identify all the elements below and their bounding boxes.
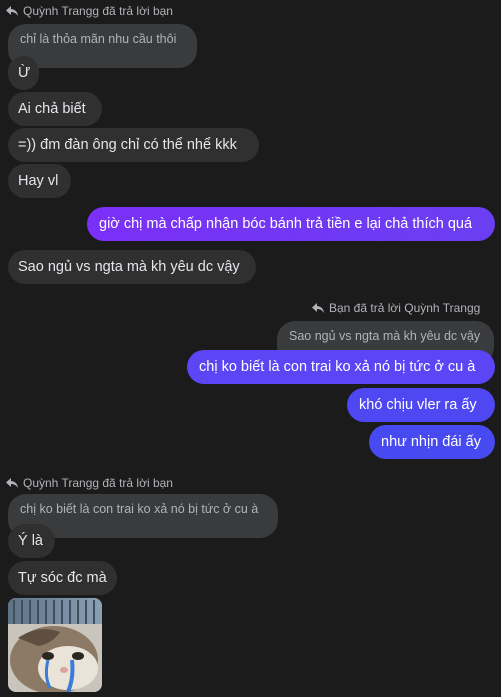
quoted-text: Sao ngủ vs ngta mà kh yêu dc vậy: [289, 329, 481, 343]
reply-header: Quỳnh Trangg đã trả lời bạn: [6, 476, 173, 490]
message-text: chị ko biết là con trai ko xả nó bị tức …: [199, 359, 476, 375]
reply-header-text: Quỳnh Trangg đã trả lời bạn: [23, 4, 173, 18]
incoming-message[interactable]: Sao ngủ vs ngta mà kh yêu dc vậy: [8, 250, 256, 284]
outgoing-message[interactable]: giờ chị mà chấp nhận bóc bánh trả tiền e…: [87, 207, 495, 241]
message-text: Sao ngủ vs ngta mà kh yêu dc vậy: [18, 259, 240, 275]
reply-arrow-icon: [6, 477, 18, 488]
reply-header: Quỳnh Trangg đã trả lời bạn: [6, 4, 173, 18]
message-text: khó chịu vler ra ấy: [359, 397, 477, 413]
message-text: Hay vl: [18, 173, 59, 189]
crying-cat-sticker-icon[interactable]: [8, 598, 102, 692]
quoted-message[interactable]: chỉ là thỏa mãn nhu cầu thôi: [8, 24, 197, 68]
reply-arrow-icon: [6, 5, 18, 16]
incoming-message[interactable]: Ai chả biết: [8, 92, 102, 126]
reply-header: Bạn đã trả lời Quỳnh Trangg: [312, 301, 480, 315]
outgoing-message[interactable]: khó chịu vler ra ấy: [347, 388, 495, 422]
message-text: như nhịn đái ấy: [381, 434, 481, 450]
message-text: Ừ: [18, 65, 31, 81]
message-text: =)) đm đàn ông chỉ có thể nhể kkk: [18, 137, 237, 153]
incoming-message[interactable]: Hay vl: [8, 164, 71, 198]
incoming-message[interactable]: =)) đm đàn ông chỉ có thể nhể kkk: [8, 128, 259, 162]
quoted-text: chị ko biết là con trai ko xả nó bị tức …: [20, 502, 259, 516]
reply-arrow-icon: [312, 302, 324, 313]
reply-header-text: Bạn đã trả lời Quỳnh Trangg: [329, 301, 481, 315]
message-text: Ai chả biết: [18, 101, 86, 117]
crying-cat-icon: [8, 598, 102, 692]
message-text: Ý là: [18, 533, 43, 549]
quoted-text: chỉ là thỏa mãn nhu cầu thôi: [20, 32, 177, 46]
incoming-message[interactable]: Ý là: [8, 524, 55, 558]
outgoing-message[interactable]: chị ko biết là con trai ko xả nó bị tức …: [187, 350, 495, 384]
incoming-message[interactable]: Tự sóc đc mà: [8, 561, 117, 595]
reply-header-text: Quỳnh Trangg đã trả lời bạn: [23, 476, 173, 490]
message-text: Tự sóc đc mà: [18, 570, 107, 586]
message-text: giờ chị mà chấp nhận bóc bánh trả tiền e…: [99, 216, 473, 232]
outgoing-message[interactable]: như nhịn đái ấy: [369, 425, 495, 459]
incoming-message[interactable]: Ừ: [8, 56, 39, 90]
